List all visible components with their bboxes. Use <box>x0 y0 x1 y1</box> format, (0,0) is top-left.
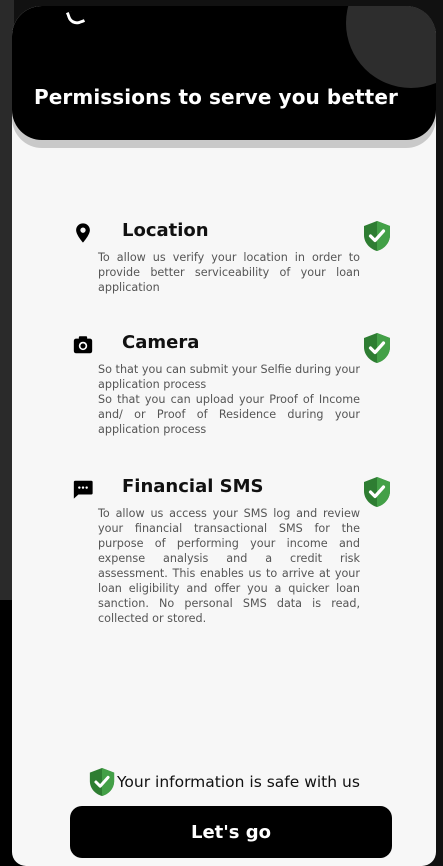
description-line: To allow us verify your location in orde… <box>98 251 360 294</box>
safety-note: Your information is safe with us <box>88 766 360 798</box>
description-line: To allow us access your SMS log and revi… <box>98 507 360 625</box>
page-title: Permissions to serve you better <box>34 85 398 109</box>
shield-check-icon <box>89 768 115 796</box>
permission-title: Financial SMS <box>122 476 264 497</box>
permission-title: Location <box>122 220 209 241</box>
description-line: So that you can upload your Proof of Inc… <box>98 393 360 436</box>
camera-icon <box>73 336 93 354</box>
decorative-circle <box>346 6 436 88</box>
sms-chat-icon <box>73 480 93 499</box>
shield-check-icon <box>364 477 390 507</box>
shield-check-icon <box>364 221 390 251</box>
app-screen: Permissions to serve you better Location… <box>12 6 436 866</box>
location-pin-icon <box>76 223 90 243</box>
description-line: So that you can submit your Selfie durin… <box>98 363 360 391</box>
permission-description: So that you can submit your Selfie durin… <box>98 362 360 437</box>
permission-description: To allow us verify your location in orde… <box>98 250 360 295</box>
safety-note-text: Your information is safe with us <box>117 773 360 791</box>
page-header: Permissions to serve you better <box>12 6 436 140</box>
shield-check-icon <box>364 333 390 363</box>
lets-go-button[interactable]: Let's go <box>70 806 392 858</box>
back-arrow-icon[interactable] <box>65 7 86 28</box>
permission-title: Camera <box>122 332 200 353</box>
permission-description: To allow us access your SMS log and revi… <box>98 506 360 626</box>
